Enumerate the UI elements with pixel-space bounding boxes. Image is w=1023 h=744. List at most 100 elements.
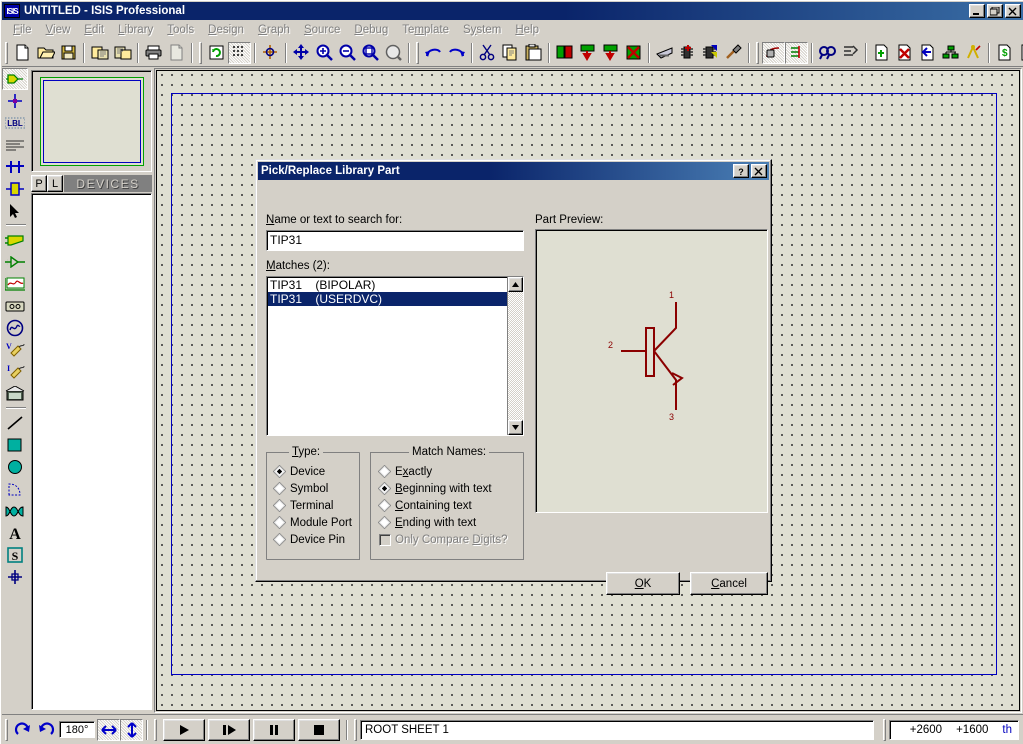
instant-edit-icon[interactable]: [2, 200, 28, 222]
toolbar-grip[interactable]: [5, 41, 8, 64]
virtual-instruments-icon[interactable]: [2, 383, 28, 405]
zoom-all-icon[interactable]: [382, 42, 405, 64]
component-mode-icon[interactable]: [2, 90, 28, 112]
search-input[interactable]: TIP31: [266, 230, 524, 251]
arc-tool-icon[interactable]: [2, 478, 28, 500]
cancel-button[interactable]: Cancel: [690, 572, 768, 595]
block-move-icon[interactable]: [576, 42, 599, 64]
radio-beginning-with-text[interactable]: Beginning with text: [377, 481, 492, 496]
copy-icon[interactable]: [499, 42, 522, 64]
rotate-clockwise-icon[interactable]: [11, 719, 34, 741]
dialog-close-button[interactable]: [751, 164, 767, 178]
menu-system[interactable]: System: [456, 22, 508, 38]
block-copy-icon[interactable]: [553, 42, 576, 64]
subcircuit-icon[interactable]: [2, 178, 28, 200]
menu-source[interactable]: Source: [297, 22, 347, 38]
path-tool-icon[interactable]: [2, 500, 28, 522]
radio-exactly[interactable]: Exactly: [377, 464, 432, 479]
toggle-grid-icon[interactable]: [228, 41, 251, 64]
origin-icon[interactable]: [259, 42, 282, 64]
symbol-tool-icon[interactable]: S: [2, 544, 28, 566]
decompose-icon[interactable]: [722, 42, 745, 64]
zoom-in-icon[interactable]: [313, 42, 336, 64]
pick-devices-button[interactable]: P: [31, 175, 47, 192]
play-button[interactable]: [163, 718, 205, 741]
pan-icon[interactable]: [290, 42, 313, 64]
step-button[interactable]: [208, 718, 250, 741]
hierarchy-icon[interactable]: [939, 42, 962, 64]
toolbar-grip[interactable]: [199, 41, 202, 64]
tape-recorder-icon[interactable]: [2, 295, 28, 317]
search-tag-icon[interactable]: [785, 41, 808, 64]
save-file-icon[interactable]: [57, 42, 80, 64]
pause-button[interactable]: [253, 718, 295, 741]
zoom-area-icon[interactable]: [359, 42, 382, 64]
rotation-field[interactable]: 180°: [59, 721, 95, 738]
checkbox-only-compare-digits[interactable]: Only Compare Digits?: [379, 534, 508, 546]
buses-icon[interactable]: [2, 156, 28, 178]
radio-containing-text[interactable]: Containing text: [377, 498, 472, 513]
toolbar-grip[interactable]: [756, 41, 759, 64]
restore-button[interactable]: [987, 4, 1003, 18]
menu-edit[interactable]: Edit: [77, 22, 111, 38]
menu-graph[interactable]: Graph: [251, 22, 297, 38]
current-probe-icon[interactable]: I: [2, 361, 28, 383]
bill-of-materials-icon[interactable]: $: [993, 42, 1016, 64]
redo-icon[interactable]: [445, 42, 468, 64]
selection-mode-icon[interactable]: [2, 68, 28, 90]
refresh-icon[interactable]: [205, 42, 228, 64]
radio-device-pin[interactable]: Device Pin: [272, 532, 345, 547]
block-rotate-icon[interactable]: [599, 42, 622, 64]
print-area-icon[interactable]: [165, 42, 188, 64]
minimize-button[interactable]: [969, 4, 985, 18]
voltage-probe-icon[interactable]: V: [2, 339, 28, 361]
object-selector-list[interactable]: [31, 193, 152, 710]
property-assignment-icon[interactable]: [816, 42, 839, 64]
scroll-up-icon[interactable]: [508, 277, 523, 292]
menu-tools[interactable]: Tools: [160, 22, 201, 38]
design-explorer-icon[interactable]: [839, 42, 862, 64]
list-item[interactable]: TIP31 (BIPOLAR): [268, 278, 507, 292]
matches-scrollbar[interactable]: [507, 277, 523, 435]
device-pins-icon[interactable]: [2, 251, 28, 273]
menu-view[interactable]: View: [39, 22, 78, 38]
radio-terminal[interactable]: Terminal: [272, 498, 333, 513]
make-device-icon[interactable]: [676, 42, 699, 64]
junction-dot-icon[interactable]: LBL: [2, 112, 28, 134]
library-button[interactable]: L: [47, 175, 63, 192]
ok-button[interactable]: OK: [606, 572, 680, 595]
text-tool-icon[interactable]: A: [2, 522, 28, 544]
toolbar-grip[interactable]: [416, 41, 419, 64]
pick-device-icon[interactable]: [653, 42, 676, 64]
generator-mode-icon[interactable]: [2, 317, 28, 339]
open-file-icon[interactable]: [34, 42, 57, 64]
statusbar-grip[interactable]: [154, 718, 157, 741]
overview-panel[interactable]: [31, 70, 152, 172]
new-sheet-icon[interactable]: [870, 42, 893, 64]
menu-design[interactable]: Design: [201, 22, 251, 38]
print-icon[interactable]: [142, 42, 165, 64]
radio-ending-with-text[interactable]: Ending with text: [377, 515, 476, 530]
mirror-vertical-icon[interactable]: [120, 718, 143, 741]
paste-icon[interactable]: [522, 42, 545, 64]
cut-icon[interactable]: [476, 42, 499, 64]
menu-library[interactable]: Library: [111, 22, 160, 38]
menu-template[interactable]: Template: [395, 22, 456, 38]
matches-listbox[interactable]: TIP31 (BIPOLAR) TIP31 (USERDVC): [266, 276, 524, 436]
box-tool-icon[interactable]: [2, 434, 28, 456]
marker-tool-icon[interactable]: [2, 566, 28, 588]
remove-sheet-icon[interactable]: [893, 42, 916, 64]
radio-module-port[interactable]: Module Port: [272, 515, 352, 530]
new-file-icon[interactable]: [11, 42, 34, 64]
exit-sheet-icon[interactable]: [916, 42, 939, 64]
rotate-counterclockwise-icon[interactable]: [34, 719, 57, 741]
undo-icon[interactable]: [422, 42, 445, 64]
line-tool-icon[interactable]: [2, 412, 28, 434]
radio-device[interactable]: Device: [272, 464, 325, 479]
menu-file[interactable]: File: [6, 22, 39, 38]
goto-sheet-icon[interactable]: [962, 42, 985, 64]
zoom-out-icon[interactable]: [336, 42, 359, 64]
mirror-horizontal-icon[interactable]: [97, 718, 120, 741]
statusbar-grip[interactable]: [5, 718, 8, 741]
terminals-mode-icon[interactable]: [2, 229, 28, 251]
